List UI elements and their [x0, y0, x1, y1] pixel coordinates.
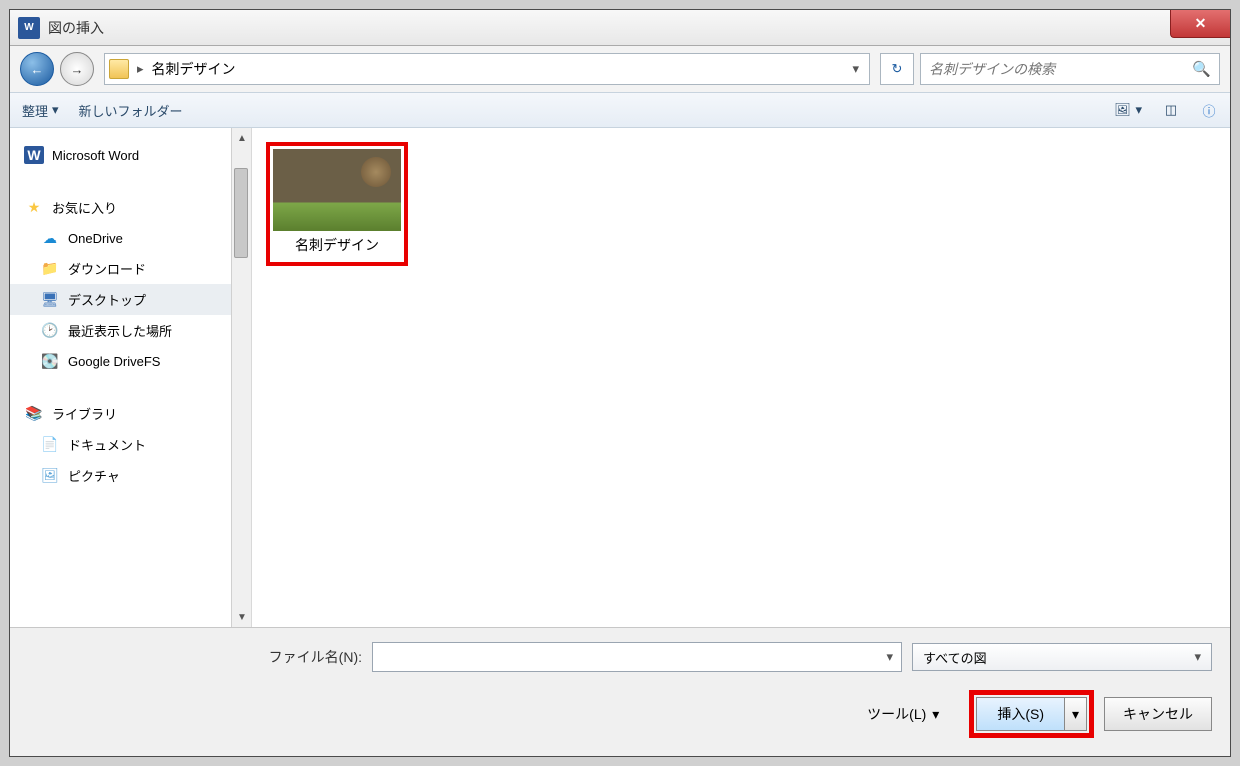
onedrive-icon: ☁: [40, 229, 60, 247]
sidebar-item-desktop[interactable]: 🖥 デスクトップ: [10, 284, 232, 315]
library-icon: 📚: [24, 405, 44, 423]
chevron-down-icon: ▾: [52, 102, 59, 118]
sidebar-item-recent[interactable]: 🕑 最近表示した場所: [10, 315, 232, 346]
scroll-down-arrow[interactable]: ▼: [232, 607, 252, 627]
sidebar-item-library[interactable]: 📚 ライブラリ: [10, 398, 232, 429]
insert-button[interactable]: 挿入(S) ▾: [976, 697, 1087, 731]
refresh-button[interactable]: ↻: [880, 53, 914, 85]
view-options[interactable]: 🖼 ▾: [1113, 101, 1142, 119]
insert-picture-dialog: W 図の挿入 ✕ ← → ▸ 名刺デザイン ▾ ↻ 🔍 整理 ▾: [9, 9, 1231, 757]
file-name: 名刺デザイン: [273, 231, 401, 259]
filetype-dropdown[interactable]: すべての図 ▾: [912, 643, 1212, 671]
dialog-title: 図の挿入: [48, 18, 104, 38]
address-dropdown[interactable]: ▾: [846, 61, 865, 77]
new-folder-button[interactable]: 新しいフォルダー: [79, 101, 183, 120]
recent-places-icon: 🕑: [40, 322, 60, 340]
forward-button[interactable]: →: [60, 52, 94, 86]
word-app-icon: W: [18, 17, 40, 39]
sidebar-item-word[interactable]: W Microsoft Word: [10, 140, 232, 170]
word-icon: W: [24, 146, 44, 164]
footer: ファイル名(N): ▾ すべての図 ▾ ツール(L) ▾ 挿入(S) ▾ キャン…: [10, 627, 1230, 756]
chevron-down-icon: ▾: [1194, 649, 1201, 665]
search-input[interactable]: [929, 61, 1192, 77]
filename-label: ファイル名(N):: [269, 647, 362, 667]
sidebar-item-favorites[interactable]: ★ お気に入り: [10, 192, 232, 223]
scroll-thumb[interactable]: [234, 168, 248, 258]
toolbar: 整理 ▾ 新しいフォルダー 🖼 ▾ ◫ ⓘ: [10, 92, 1230, 128]
help-button[interactable]: ⓘ: [1200, 101, 1218, 119]
nav-bar: ← → ▸ 名刺デザイン ▾ ↻ 🔍: [10, 46, 1230, 92]
chevron-down-icon: ▾: [1135, 102, 1142, 118]
preview-pane-icon: ◫: [1162, 101, 1180, 119]
filename-input[interactable]: ▾: [372, 642, 902, 672]
chevron-down-icon[interactable]: ▾: [1064, 698, 1086, 730]
pictures-icon: 🖼: [40, 467, 60, 485]
organize-menu[interactable]: 整理 ▾: [22, 101, 59, 120]
search-box[interactable]: 🔍: [920, 53, 1220, 85]
document-icon: 📄: [40, 436, 60, 454]
file-item-selected[interactable]: 名刺デザイン: [266, 142, 408, 266]
breadcrumb-folder[interactable]: 名刺デザイン: [144, 59, 244, 79]
chevron-down-icon[interactable]: ▾: [886, 649, 893, 665]
sidebar-item-gdrive[interactable]: 💽 Google DriveFS: [10, 346, 232, 376]
arrow-left-icon: ←: [31, 62, 44, 77]
sidebar-item-onedrive[interactable]: ☁ OneDrive: [10, 223, 232, 253]
close-button[interactable]: ✕: [1170, 10, 1230, 38]
highlight-insert: 挿入(S) ▾: [969, 690, 1094, 738]
scroll-up-arrow[interactable]: ▲: [232, 128, 252, 148]
preview-pane-button[interactable]: ◫: [1162, 101, 1180, 119]
sidebar-item-documents[interactable]: 📄 ドキュメント: [10, 429, 232, 460]
address-bar[interactable]: ▸ 名刺デザイン ▾: [104, 53, 870, 85]
close-icon: ✕: [1195, 15, 1207, 32]
main-area: W Microsoft Word ★ お気に入り ☁ OneDrive 📁 ダウ…: [10, 128, 1230, 627]
google-drive-icon: 💽: [40, 352, 60, 370]
search-icon: 🔍: [1192, 60, 1211, 78]
file-thumbnail: [273, 149, 401, 231]
cancel-button[interactable]: キャンセル: [1104, 697, 1212, 731]
sidebar-scrollbar[interactable]: ▲ ▼: [231, 128, 251, 627]
sidebar: W Microsoft Word ★ お気に入り ☁ OneDrive 📁 ダウ…: [10, 128, 252, 627]
sidebar-item-downloads[interactable]: 📁 ダウンロード: [10, 253, 232, 284]
help-icon: ⓘ: [1200, 101, 1218, 119]
file-list[interactable]: 名刺デザイン: [252, 128, 1230, 627]
back-button[interactable]: ←: [20, 52, 54, 86]
star-icon: ★: [24, 199, 44, 217]
arrow-right-icon: →: [71, 62, 84, 77]
chevron-down-icon: ▾: [932, 706, 939, 723]
folder-icon: [109, 59, 129, 79]
tools-menu[interactable]: ツール(L) ▾: [867, 704, 939, 724]
download-folder-icon: 📁: [40, 260, 60, 278]
title-bar: W 図の挿入 ✕: [10, 10, 1230, 46]
sidebar-item-pictures[interactable]: 🖼 ピクチャ: [10, 460, 232, 491]
desktop-icon: 🖥: [40, 291, 60, 309]
refresh-icon: ↻: [892, 61, 903, 77]
picture-view-icon: 🖼: [1113, 101, 1131, 119]
